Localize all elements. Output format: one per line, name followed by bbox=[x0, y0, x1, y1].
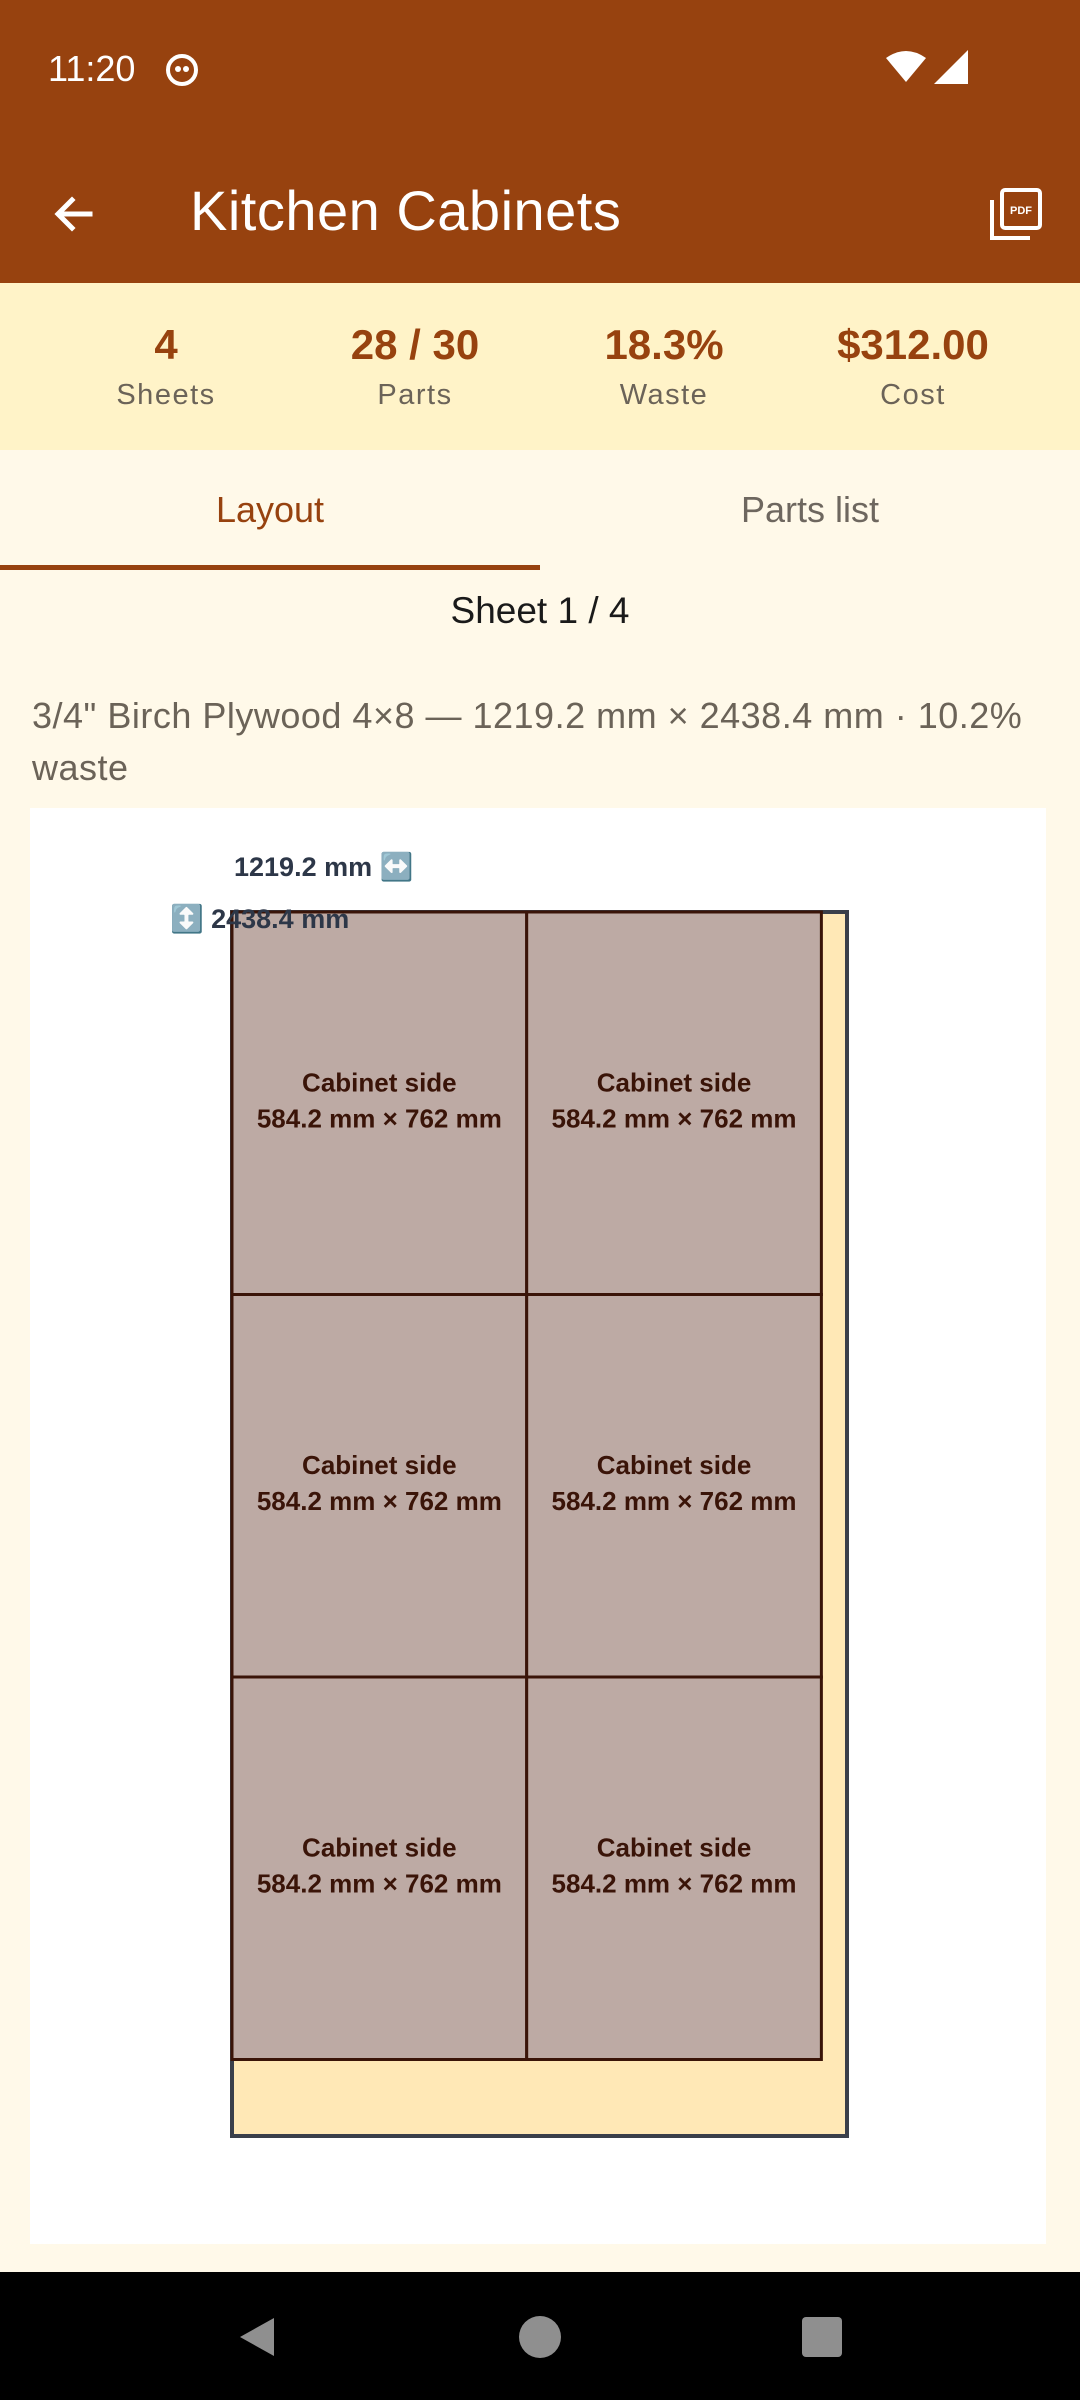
part-cabinet-side[interactable]: Cabinet side 584.2 mm × 762 mm bbox=[230, 910, 529, 1296]
part-cabinet-side[interactable]: Cabinet side 584.2 mm × 762 mm bbox=[525, 1293, 823, 1679]
stat-waste: 18.3% Waste bbox=[544, 319, 784, 412]
tab-parts-list[interactable]: Parts list bbox=[540, 450, 1080, 570]
summary-strip: 4 Sheets 28 / 30 Parts 18.3% Waste $312.… bbox=[0, 283, 1080, 450]
part-cabinet-side[interactable]: Cabinet side 584.2 mm × 762 mm bbox=[230, 1293, 529, 1679]
part-name-label: Cabinet side bbox=[597, 1067, 752, 1097]
status-bar: 11:20 bbox=[0, 0, 1080, 140]
part-name-label: Cabinet side bbox=[597, 1450, 752, 1480]
stat-value: 18.3% bbox=[604, 321, 724, 368]
notification-cat-icon bbox=[166, 54, 198, 86]
stat-label: Cost bbox=[880, 379, 946, 411]
stat-cost: $312.00 Cost bbox=[793, 319, 1033, 412]
svg-text:PDF: PDF bbox=[1010, 205, 1032, 217]
stat-label: Waste bbox=[619, 379, 709, 411]
part-size-label: 584.2 mm × 762 mm bbox=[552, 1103, 797, 1133]
stat-label: Sheets bbox=[116, 379, 216, 411]
stat-parts: 28 / 30 Parts bbox=[295, 319, 535, 412]
stat-value: 4 bbox=[154, 321, 178, 368]
stat-sheets: 4 Sheets bbox=[46, 319, 286, 412]
part-name-label: Cabinet side bbox=[302, 1450, 457, 1480]
part-name-label: Cabinet side bbox=[597, 1832, 752, 1862]
material-description: 3/4" Birch Plywood 4×8 — 1219.2 mm × 243… bbox=[32, 695, 1023, 788]
part-size-label: 584.2 mm × 762 mm bbox=[552, 1868, 797, 1898]
tab-layout[interactable]: Layout bbox=[0, 450, 540, 570]
tab-bar: Layout Parts list bbox=[0, 450, 1080, 570]
arrow-left-icon bbox=[54, 196, 93, 232]
signal-icon bbox=[934, 50, 968, 84]
part-name-label: Cabinet side bbox=[302, 1832, 457, 1862]
sheet-layout-diagram: Cabinet side584.2 mm × 762 mmCabinet sid… bbox=[170, 851, 849, 2138]
stat-value: 28 / 30 bbox=[350, 321, 480, 368]
part-cabinet-side[interactable]: Cabinet side 584.2 mm × 762 mm bbox=[525, 1675, 823, 2061]
part-size-label: 584.2 mm × 762 mm bbox=[257, 1868, 502, 1898]
parts-group: Cabinet side584.2 mm × 762 mmCabinet sid… bbox=[230, 910, 823, 2061]
system-nav-bar bbox=[0, 2272, 1080, 2400]
sheet-title: Sheet 1 / 4 bbox=[450, 590, 630, 631]
stat-value: $312.00 bbox=[837, 321, 989, 368]
stat-label: Parts bbox=[377, 379, 453, 411]
layout-canvas[interactable]: Cabinet side 584.2 mm × 762 mm Cabinet sid… bbox=[30, 808, 1046, 2244]
nav-home-icon[interactable] bbox=[518, 2315, 562, 2359]
export-pdf-button[interactable]: PDF bbox=[980, 178, 1052, 250]
page-title: Kitchen Cabinets bbox=[190, 179, 622, 242]
part-cabinet-side[interactable]: Cabinet side 584.2 mm × 762 mm bbox=[230, 1675, 529, 2061]
part-name-label: Cabinet side bbox=[302, 1067, 457, 1097]
nav-recents-icon[interactable] bbox=[802, 2317, 842, 2357]
tab-indicator bbox=[0, 565, 540, 570]
sheet-height-label: ↕️ 2438.4 mm bbox=[170, 903, 349, 934]
wifi-icon bbox=[886, 51, 926, 82]
app-bar: Kitchen Cabinets PDF bbox=[0, 140, 1080, 283]
sheet-width-label: 1219.2 mm ↔️ bbox=[234, 851, 413, 882]
part-size-label: 584.2 mm × 762 mm bbox=[257, 1103, 502, 1133]
status-time: 11:20 bbox=[48, 48, 136, 89]
part-cabinet-side[interactable]: Cabinet side 584.2 mm × 762 mm bbox=[525, 910, 823, 1296]
back-button[interactable] bbox=[40, 180, 108, 248]
part-size-label: 584.2 mm × 762 mm bbox=[552, 1486, 797, 1516]
pdf-icon: PDF bbox=[990, 188, 1042, 240]
nav-back-icon[interactable] bbox=[234, 2314, 280, 2360]
part-size-label: 584.2 mm × 762 mm bbox=[257, 1486, 502, 1516]
